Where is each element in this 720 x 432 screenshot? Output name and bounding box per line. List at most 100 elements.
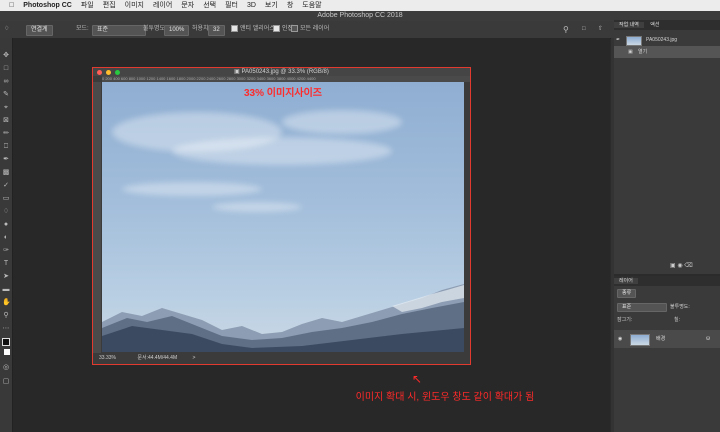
- zoom-caption: 33% 이미지사이즈: [244, 88, 322, 99]
- healing-tool-icon[interactable]: ⎕: [2, 143, 10, 151]
- layers-blend-row: 표준 불투명도:: [614, 300, 720, 314]
- options-bar: ♢ 연결계 모드: 표준 불투명도: 100% 허용치: 32 앤티 앨리어스 …: [0, 21, 720, 39]
- app-title-bar: Adobe Photoshop CC 2018: [0, 11, 720, 21]
- more-tools-icon[interactable]: ⋯: [2, 325, 10, 333]
- share-icon[interactable]: ⇧: [598, 25, 603, 34]
- document-title-bar[interactable]: ▣ PA050243.jpg @ 33.3% (RGB/8): [93, 68, 470, 76]
- frame-tool-icon[interactable]: ⊠: [2, 117, 10, 125]
- tools-panel: ✥ □ ∞ ✎ ⌖ ⊠ ✏ ⎕ ✒ ▩ ✓ ▭ ♢ ● ◐ ✑ T ➤ ▬ ✋ …: [0, 38, 13, 432]
- layer-name: 배경: [656, 336, 666, 342]
- new-document-icon[interactable]: ▣: [670, 263, 676, 269]
- snapshot-brush-icon: ✒: [616, 37, 621, 43]
- paint-bucket-icon[interactable]: ♢: [4, 25, 9, 34]
- document-window[interactable]: ▣ PA050243.jpg @ 33.3% (RGB/8) 0 200 400…: [92, 67, 471, 365]
- menu-type[interactable]: 문자: [181, 0, 194, 11]
- menu-select[interactable]: 선택: [203, 0, 216, 11]
- tab-history[interactable]: 작업 내역: [614, 22, 644, 28]
- paint-bucket-tool-icon[interactable]: ♢: [2, 208, 10, 216]
- search-icon[interactable]: ⚲: [563, 25, 569, 34]
- all-layers-checkbox[interactable]: 모든 레이어: [291, 25, 329, 34]
- mode-label: 모드:: [76, 26, 89, 32]
- background-color-swatch[interactable]: [4, 349, 10, 355]
- snapshot-camera-icon[interactable]: ◉: [677, 263, 682, 269]
- eraser-tool-icon[interactable]: ▭: [2, 195, 10, 203]
- crop-tool-icon[interactable]: ⌖: [2, 104, 10, 112]
- mountains-graphic: [102, 284, 464, 352]
- zoom-tool-icon[interactable]: ⚲: [2, 312, 10, 320]
- mac-menu-bar:  Photoshop CC 파일 편집 이미지 레이어 문자 선택 필터 3D…: [0, 0, 720, 11]
- history-brush-tool-icon[interactable]: ✓: [2, 182, 10, 190]
- tolerance-input[interactable]: 32: [208, 25, 225, 36]
- move-tool-icon[interactable]: ✥: [2, 52, 10, 60]
- hand-tool-icon[interactable]: ✋: [2, 299, 11, 307]
- lock-label: 잠그기:: [617, 317, 633, 323]
- fill-source-select[interactable]: 연결계: [26, 25, 53, 36]
- history-step[interactable]: ▣ 열기: [614, 46, 720, 58]
- brush-tool-icon[interactable]: ✒: [2, 156, 10, 164]
- delete-icon[interactable]: ⌫: [684, 263, 692, 269]
- marquee-tool-icon[interactable]: □: [2, 65, 10, 73]
- menu-image[interactable]: 이미지: [125, 0, 144, 11]
- foreground-color-swatch[interactable]: [2, 338, 10, 346]
- layer-kind-select[interactable]: 종류: [617, 289, 637, 298]
- annotation-text: 이미지 확대 시, 윈도우 창도 같이 확대가 됨: [355, 392, 535, 403]
- type-tool-icon[interactable]: T: [2, 260, 10, 268]
- document-status-bar: 33.33% 문서:44.4M/44.4M >: [93, 353, 470, 363]
- quick-select-tool-icon[interactable]: ✎: [2, 91, 10, 99]
- path-select-tool-icon[interactable]: ➤: [2, 273, 10, 281]
- blend-mode-select[interactable]: 표준: [617, 303, 667, 312]
- menu-layer[interactable]: 레이어: [153, 0, 172, 11]
- photo-canvas[interactable]: 33% 이미지사이즈: [102, 82, 464, 352]
- zoom-window-icon[interactable]: [115, 70, 120, 75]
- menu-file[interactable]: 파일: [81, 0, 94, 11]
- blur-tool-icon[interactable]: ●: [2, 221, 10, 229]
- history-step-label: 열기: [638, 49, 648, 55]
- quick-mask-icon[interactable]: ◎: [2, 364, 10, 372]
- layers-lock-row: 잠그기: 칠:: [614, 314, 720, 326]
- mode-select[interactable]: 표준: [92, 25, 146, 36]
- layer-visibility-eye-icon[interactable]: ◉: [618, 330, 622, 348]
- status-menu-chevron-icon[interactable]: >: [193, 355, 196, 361]
- screen-mode-icon[interactable]: ▢: [2, 378, 10, 386]
- opacity-input[interactable]: 100%: [164, 25, 190, 36]
- menu-app-name[interactable]: Photoshop CC: [23, 0, 72, 11]
- annotation-arrow-icon: ↖: [412, 372, 423, 386]
- minimize-window-icon[interactable]: [106, 70, 111, 75]
- menu-3d[interactable]: 3D: [247, 0, 256, 11]
- checkbox-icon: [291, 25, 298, 32]
- snapshot-thumbnail: [626, 36, 642, 46]
- pen-tool-icon[interactable]: ✑: [2, 247, 10, 255]
- layers-panel-tabs: 레이어: [614, 276, 720, 286]
- menu-edit[interactable]: 편집: [103, 0, 116, 11]
- document-size: 문서:44.4M/44.4M: [137, 355, 178, 361]
- history-step-icon: ▣: [628, 49, 633, 55]
- menu-help[interactable]: 도움말: [302, 0, 321, 11]
- history-panel-tabs: 작업 내역 액션: [614, 20, 720, 30]
- checkbox-icon: [273, 25, 280, 32]
- menu-filter[interactable]: 필터: [225, 0, 238, 11]
- stamp-tool-icon[interactable]: ▩: [2, 169, 10, 177]
- snapshot-name: PA050243.jpg: [646, 37, 678, 43]
- shape-tool-icon[interactable]: ▬: [2, 286, 10, 294]
- document-title: PA050243.jpg @ 33.3% (RGB/8): [241, 69, 329, 75]
- history-snapshot[interactable]: ✒ PA050243.jpg: [614, 34, 720, 46]
- vertical-ruler[interactable]: [93, 82, 101, 353]
- tab-layers[interactable]: 레이어: [614, 278, 638, 284]
- menu-view[interactable]: 보기: [265, 0, 278, 11]
- history-panel: 작업 내역 액션 ✒ PA050243.jpg ▣ 열기 ▣ ◉ ⌫: [614, 20, 720, 274]
- zoom-level[interactable]: 33.33%: [99, 355, 116, 361]
- fill-label: 칠:: [674, 317, 680, 323]
- history-actions: ▣ ◉ ⌫: [670, 262, 693, 269]
- layer-opacity-label: 불투명도:: [670, 304, 690, 310]
- apple-icon[interactable]: : [9, 0, 14, 11]
- lasso-tool-icon[interactable]: ∞: [2, 78, 10, 86]
- close-window-icon[interactable]: [97, 70, 102, 75]
- layer-row-background[interactable]: ◉ 배경 ⛁: [614, 330, 720, 348]
- tab-actions[interactable]: 액션: [645, 22, 664, 28]
- workspace-icon[interactable]: □: [582, 25, 586, 34]
- menu-window[interactable]: 창: [287, 0, 293, 11]
- checkbox-icon: [231, 25, 238, 32]
- eyedropper-tool-icon[interactable]: ✏: [2, 130, 10, 138]
- dodge-tool-icon[interactable]: ◐: [2, 234, 10, 242]
- antialias-checkbox[interactable]: 앤티 앨리어스: [231, 25, 275, 34]
